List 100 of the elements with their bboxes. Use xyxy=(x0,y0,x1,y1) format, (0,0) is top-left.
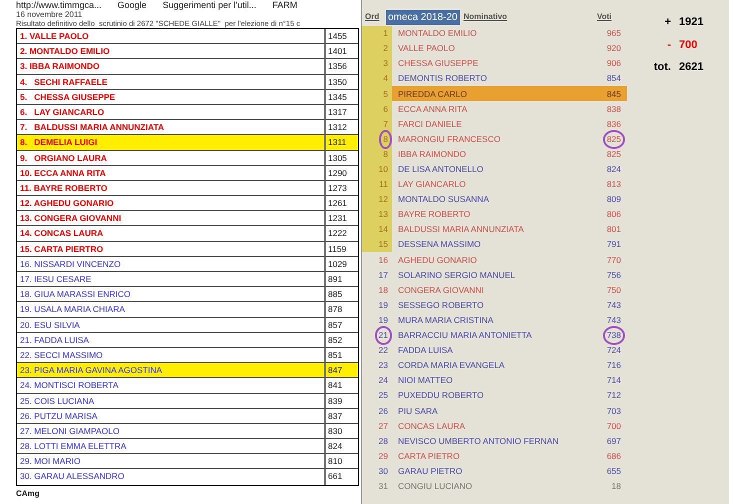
votes-cell-text: 813 xyxy=(606,178,622,192)
candidate-name: DEMONTIS ROBERTO xyxy=(398,72,487,86)
column-header: Nominativo xyxy=(464,11,508,23)
votes-cell-text: 703 xyxy=(606,404,622,418)
rank-cell: 8 xyxy=(362,146,392,162)
votes-cell-text: 700 xyxy=(606,420,622,433)
column-header: Ord xyxy=(364,11,380,23)
rank-cell: 6 xyxy=(362,101,392,117)
candidate-name: CONGIU LUCIANO xyxy=(398,480,472,493)
candidate-name: 14. CONCAS LAURA xyxy=(20,228,104,238)
rank-cell-text: 22 xyxy=(378,344,389,358)
bookmark-link[interactable]: Suggerimenti per l'util... xyxy=(162,0,256,11)
candidate-name: NEVISCO UMBERTO ANTONIO FERNAN xyxy=(398,434,559,448)
rank-cell: 15 xyxy=(362,237,392,252)
candidate-name: 2. MONTALDO EMILIO xyxy=(20,46,110,56)
bookmark-link[interactable]: FARM xyxy=(272,0,298,11)
rank-cell: 10 xyxy=(362,162,392,177)
circle-mark xyxy=(602,130,625,149)
rank-cell: 12 xyxy=(362,192,392,208)
bookmark-link[interactable]: Google xyxy=(118,0,147,11)
circle-mark xyxy=(602,326,625,345)
footer-note: CAmg xyxy=(16,488,41,500)
overlay-title: omeca 2018-20 xyxy=(386,10,460,24)
rank-cell-text: 16 xyxy=(378,254,389,267)
candidate-name: DE LISA ANTONELLO xyxy=(398,163,484,176)
candidate-name: 12. AGHEDU GONARIO xyxy=(20,198,114,208)
candidate-name: CORDA MARIA EVANGELA xyxy=(398,359,505,372)
votes-cell-text: 743 xyxy=(606,314,622,327)
candidate-name: MONTALDO SUSANNA xyxy=(398,193,489,206)
candidate-name: 17. IESU CESARE xyxy=(20,274,92,284)
votes-cell-text: 18 xyxy=(610,480,622,493)
candidate-name: 19. USALA MARIA CHIARA xyxy=(20,304,125,314)
candidate-name: SOLARINO SERGIO MANUEL xyxy=(398,268,516,282)
column-header: Voti xyxy=(597,11,613,23)
rank-cell-text: 17 xyxy=(378,268,389,282)
rank-cell-text: 25 xyxy=(378,389,389,402)
candidate-name: 5. CHESSA GIUSEPPE xyxy=(20,92,116,102)
rank-cell-text: 19 xyxy=(378,298,389,312)
candidate-name: VALLE PAOLO xyxy=(398,42,455,56)
votes-cell-text: 724 xyxy=(606,344,622,358)
candidate-name: 23. PIGA MARIA GAVINA AGOSTINA xyxy=(20,365,162,376)
votes-cell-text: 712 xyxy=(606,389,622,402)
votes-cell: 738 xyxy=(591,328,627,343)
candidate-name: BARRACCIU MARIA ANTONIETTA xyxy=(398,329,532,342)
candidate-name: 26. PUTZU MARISA xyxy=(20,410,98,421)
votes-cell-text: 906 xyxy=(606,57,622,70)
candidate-name: MONTALDO EMILIO xyxy=(398,27,477,40)
candidate-name: ECCA ANNA RITA xyxy=(398,102,468,116)
candidate-name: NIOI MATTEO xyxy=(398,374,453,388)
rank-cell-text: 31 xyxy=(378,480,389,493)
votes-cell-text: 801 xyxy=(606,223,622,236)
votes-cell-text: 750 xyxy=(606,284,622,297)
candidate-name: 1. VALLE PAOLO xyxy=(20,31,89,41)
rank-cell-text: 30 xyxy=(378,464,389,478)
candidate-name: 30. GARAU ALESSANDRO xyxy=(20,471,124,482)
candidate-name: 15. CARTA PIERTRO xyxy=(20,244,104,254)
votes-cell-text: 836 xyxy=(606,118,622,131)
candidate-name: MURA MARIA CRISTINA xyxy=(398,314,494,327)
rank-cell: 2 xyxy=(362,41,392,56)
candidate-name: 24. MONTISCI ROBERTA xyxy=(20,380,118,390)
rank-cell: 4 xyxy=(362,71,392,86)
candidate-name: DESSENA MASSIMO xyxy=(398,238,481,252)
total-value: 700 xyxy=(679,38,698,52)
votes-cell-text: 743 xyxy=(606,298,622,312)
candidate-name: 9. ORGIANO LAURA xyxy=(20,152,107,162)
votes-cell-text: 824 xyxy=(606,163,622,176)
votes-cell-text: 716 xyxy=(606,359,622,372)
candidate-name: 10. ECCA ANNA RITA xyxy=(20,168,106,178)
rank-cell: 8 xyxy=(362,132,392,147)
votes-cell-text: 697 xyxy=(606,434,622,448)
candidate-name: SESSEGO ROBERTO xyxy=(398,298,484,312)
votes-cell: 847 xyxy=(326,363,358,378)
candidate-name: 6. LAY GIANCARLO xyxy=(20,106,104,117)
candidate-name: 21. FADDA LUISA xyxy=(20,334,89,345)
candidate-name: MARONGIU FRANCESCO xyxy=(398,132,500,146)
rank-cell: 21 xyxy=(362,328,392,343)
candidate-name: BALDUSSI MARIA ANNUNZIATA xyxy=(398,223,524,236)
candidate-name: 16. NISSARDI VINCENZO xyxy=(20,258,121,269)
bookmark-link[interactable]: http://www.timmgca... xyxy=(16,0,102,11)
rank-cell-text: 19 xyxy=(378,314,389,327)
total-value: 1921 xyxy=(679,15,704,30)
votes-cell-text: 825 xyxy=(606,148,622,161)
circle-mark xyxy=(374,326,392,345)
candidate-name: IBBA RAIMONDO xyxy=(398,148,466,161)
votes-cell-text: 838 xyxy=(606,102,622,116)
rank-cell-text: 23 xyxy=(378,359,389,372)
votes-cell-text: 770 xyxy=(606,254,622,267)
rank-cell: 1 xyxy=(362,26,392,42)
total-label: + xyxy=(664,15,671,30)
rank-cell: 13 xyxy=(362,207,392,222)
votes-cell-text: 756 xyxy=(606,268,622,282)
total-value: 2621 xyxy=(679,60,704,75)
votes-cell-text: 806 xyxy=(606,208,622,222)
candidate-name: CONGERA GIOVANNI xyxy=(398,284,484,297)
candidate-name: 11. BAYRE ROBERTO xyxy=(20,182,108,193)
votes-cell-text: 809 xyxy=(606,193,622,206)
votes-cell-text: 655 xyxy=(606,464,622,478)
rank-cell-text: 18 xyxy=(378,284,389,297)
votes-cell-text: 965 xyxy=(606,27,622,40)
candidate-name: 27. MELONI GIAMPAOLO xyxy=(20,426,120,436)
